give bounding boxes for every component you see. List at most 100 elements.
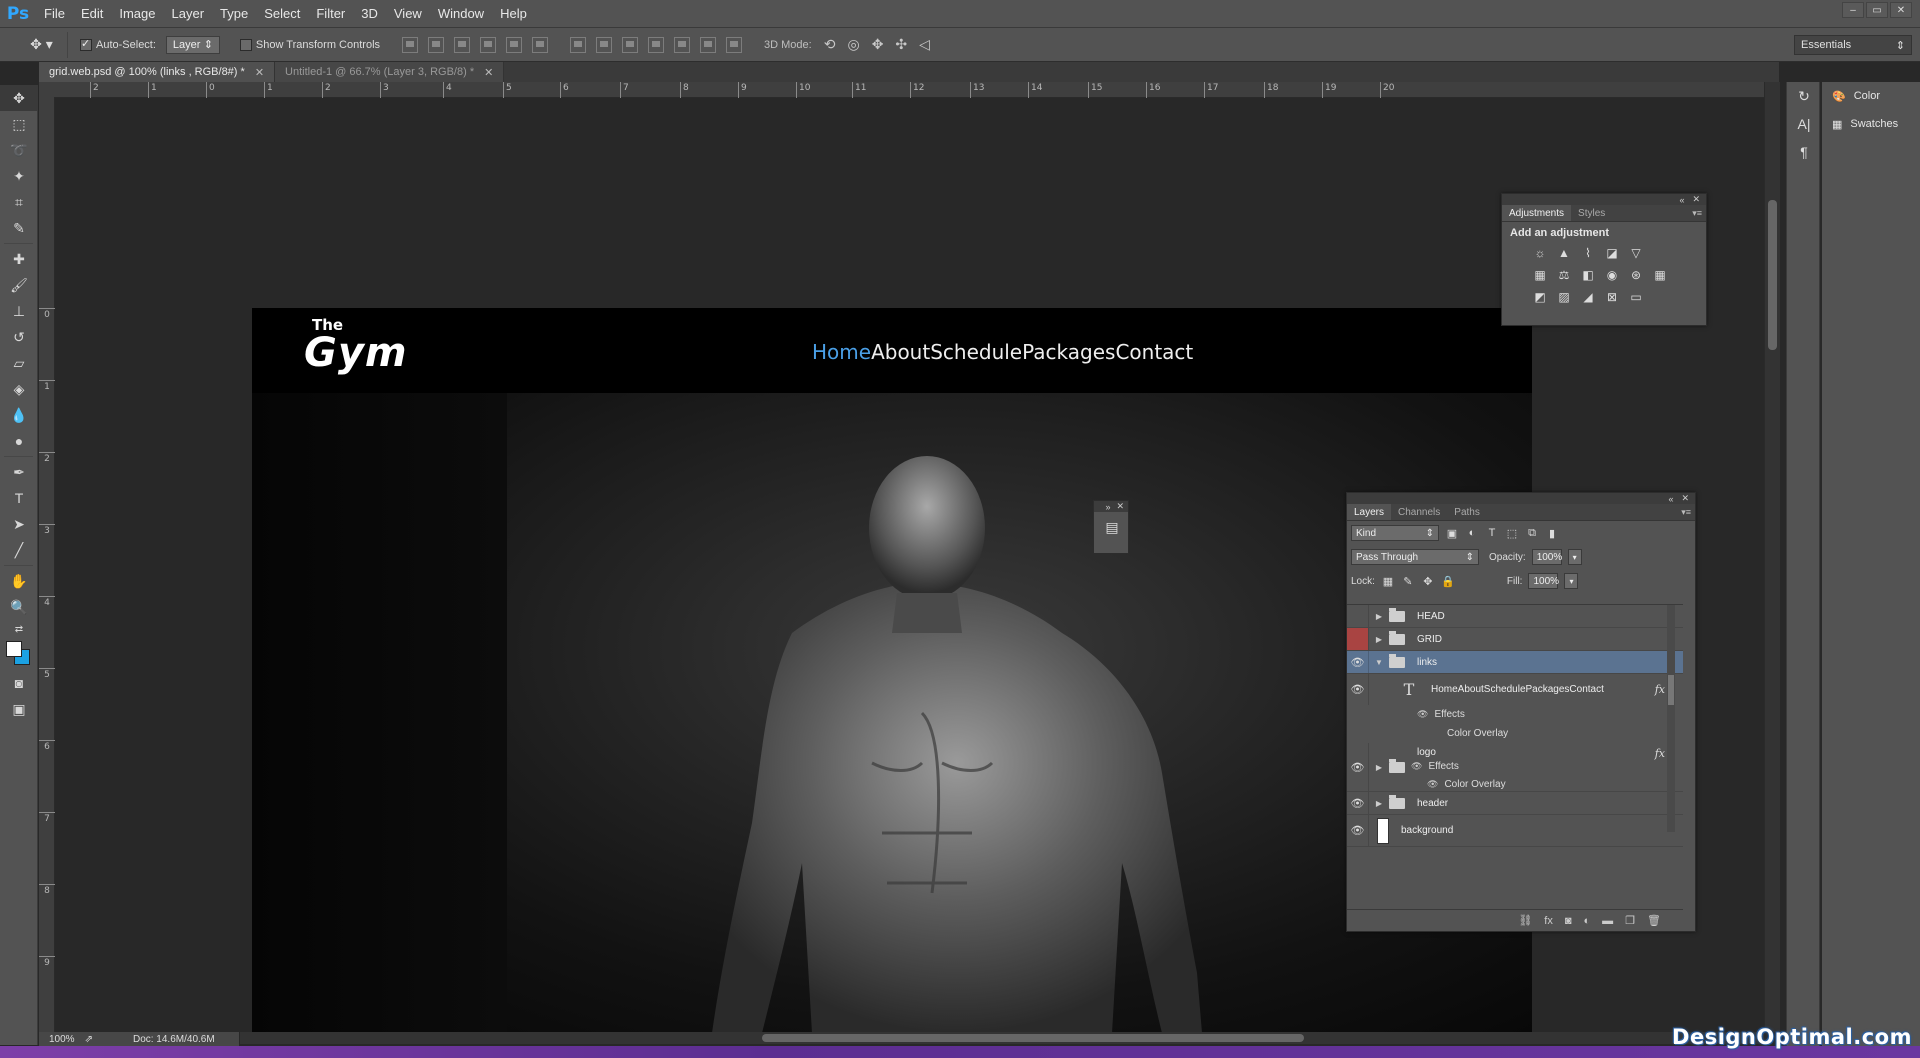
brush-tool-icon[interactable]: 🖌 [0,272,38,298]
menu-select[interactable]: Select [256,0,308,28]
pixel-filter-icon[interactable]: ▣ [1445,526,1459,540]
align-top-icon[interactable] [402,36,419,53]
menu-edit[interactable]: Edit [73,0,111,28]
smart-object-filter-icon[interactable]: ⧉ [1525,526,1539,540]
new-layer-icon[interactable]: ❐ [1625,914,1635,927]
3d-drag-icon[interactable]: ✥ [872,36,884,53]
zoom-level[interactable]: 100% [49,1034,75,1045]
lock-position-icon[interactable]: ✥ [1421,574,1435,588]
blur-tool-icon[interactable]: 💧 [0,402,38,428]
adjustment-filter-icon[interactable]: ◐ [1465,526,1479,540]
eye-icon[interactable]: 👁 [1347,815,1369,846]
close-icon[interactable]: ✕ [484,66,493,79]
new-group-icon[interactable]: ▬ [1602,915,1613,927]
layer-row-text[interactable]: 👁 T HomeAboutSchedulePackagesContact fx [1347,674,1683,705]
vibrance-icon[interactable]: ▽ [1628,246,1644,260]
menu-help[interactable]: Help [492,0,535,28]
distribute-left-icon[interactable] [648,36,665,53]
move-tool-preset-icon[interactable]: ✥ ▾ [16,31,68,58]
fill-slider-toggle[interactable]: ▾ [1564,573,1579,589]
eye-icon[interactable]: 👁 [1347,792,1369,814]
lock-transparent-icon[interactable]: ▦ [1381,574,1395,588]
tab-grid-web[interactable]: grid.web.psd @ 100% (links , RGB/8#) * ✕ [39,62,276,82]
menu-filter[interactable]: Filter [308,0,353,28]
align-bottom-icon[interactable] [454,36,471,53]
align-vcenter-icon[interactable] [428,36,445,53]
add-mask-icon[interactable]: ◙ [1565,915,1572,927]
show-transform-controls-checkbox[interactable]: Show Transform Controls [239,38,380,51]
hue-saturation-icon[interactable]: ▦ [1532,268,1548,282]
marquee-tool-icon[interactable]: ⬚ [0,111,38,137]
align-right-icon[interactable] [532,36,549,53]
brightness-icon[interactable]: ☼ [1532,246,1548,260]
invert-icon[interactable]: ◩ [1532,290,1548,304]
panel-menu-icon[interactable]: ▾≡ [1681,507,1691,518]
black-white-icon[interactable]: ◧ [1580,268,1596,282]
magic-wand-tool-icon[interactable]: ✦ [0,163,38,189]
blend-mode-dropdown[interactable]: Pass Through ⇕ [1351,549,1479,565]
layer-row-grid[interactable]: ▶ GRID [1347,628,1683,651]
tab-layers[interactable]: Layers [1347,504,1392,520]
3d-slide-icon[interactable]: ✣ [895,36,907,53]
threshold-icon[interactable]: ◢ [1580,290,1596,304]
dodge-tool-icon[interactable]: ● [0,428,38,454]
history-icon[interactable]: ↻ [1787,82,1821,110]
3d-rotate-icon[interactable]: ⟲ [824,36,836,53]
workspace-switcher[interactable]: Essentials ⇕ [1794,35,1912,55]
horizontal-scrollbar[interactable] [240,1032,1764,1044]
path-selection-tool-icon[interactable]: ➤ [0,511,38,537]
close-icon[interactable]: ✕ [1692,194,1700,205]
3d-roll-icon[interactable]: ◎ [847,36,859,53]
effects-row[interactable]: 👁 Effects [1411,761,1459,772]
curves-icon[interactable]: ⌇ [1580,246,1596,260]
link-layers-icon[interactable]: ⛓ [1518,914,1532,927]
expand-triangle-icon[interactable]: ▶ [1373,635,1385,644]
photo-filter-icon[interactable]: ◉ [1604,268,1620,282]
tab-styles[interactable]: Styles [1571,205,1612,221]
eye-icon[interactable]: 👁 [1417,709,1428,720]
lock-pixels-icon[interactable]: ✎ [1401,574,1415,588]
expand-triangle-icon[interactable]: ▶ [1373,612,1385,621]
close-button[interactable]: ✕ [1890,2,1912,18]
lasso-tool-icon[interactable]: ➰ [0,137,38,163]
channel-mixer-icon[interactable]: ⊛ [1628,268,1644,282]
eye-icon[interactable]: 👁 [1411,761,1422,772]
selective-color-icon[interactable]: ⊠ [1604,290,1620,304]
close-icon[interactable]: ✕ [1116,501,1124,512]
layer-row-links[interactable]: 👁 ▼ links [1347,651,1683,674]
menu-layer[interactable]: Layer [164,0,213,28]
character-icon[interactable]: A| [1787,110,1821,138]
paragraph-icon[interactable]: ¶ [1787,138,1821,166]
color-overlay-row[interactable]: Color Overlay [1447,728,1508,739]
posterize-icon[interactable]: ▨ [1556,290,1572,304]
menu-image[interactable]: Image [111,0,163,28]
lock-all-icon[interactable]: 🔒 [1441,574,1455,588]
close-icon[interactable]: ✕ [1681,493,1689,504]
align-left-icon[interactable] [480,36,497,53]
3d-scale-icon[interactable]: ◁ [919,36,930,53]
eraser-tool-icon[interactable]: ▱ [0,350,38,376]
fill-input[interactable]: 100% [1528,573,1559,589]
restore-button[interactable]: ▭ [1866,2,1888,18]
color-balance-icon[interactable]: ⚖ [1556,268,1572,282]
layer-row-head[interactable]: ▶ HEAD [1347,605,1683,628]
tab-untitled-1[interactable]: Untitled-1 @ 66.7% (Layer 3, RGB/8) * ✕ [275,62,505,82]
opacity-slider-toggle[interactable]: ▾ [1567,549,1582,565]
menu-type[interactable]: Type [212,0,256,28]
swap-colors-icon[interactable]: ⇄ [0,620,38,638]
color-lookup-icon[interactable]: ▦ [1652,268,1668,282]
visibility-toggle[interactable] [1347,628,1369,650]
panel-menu-icon[interactable]: ▾≡ [1692,208,1702,219]
align-hcenter-icon[interactable] [506,36,523,53]
type-filter-icon[interactable]: T [1485,526,1499,540]
screen-mode-icon[interactable]: ▣ [0,696,38,722]
distribute-hcenter-icon[interactable] [674,36,691,53]
tab-adjustments[interactable]: Adjustments [1502,205,1572,221]
filter-toggle-icon[interactable]: ▮ [1545,526,1559,540]
menu-view[interactable]: View [386,0,430,28]
effects-row[interactable]: 👁 Effects [1417,709,1465,720]
shape-filter-icon[interactable]: ⬚ [1505,526,1519,540]
crop-tool-icon[interactable]: ⌗ [0,189,38,215]
type-tool-icon[interactable]: T [0,485,38,511]
hand-tool-icon[interactable]: ✋ [0,568,38,594]
